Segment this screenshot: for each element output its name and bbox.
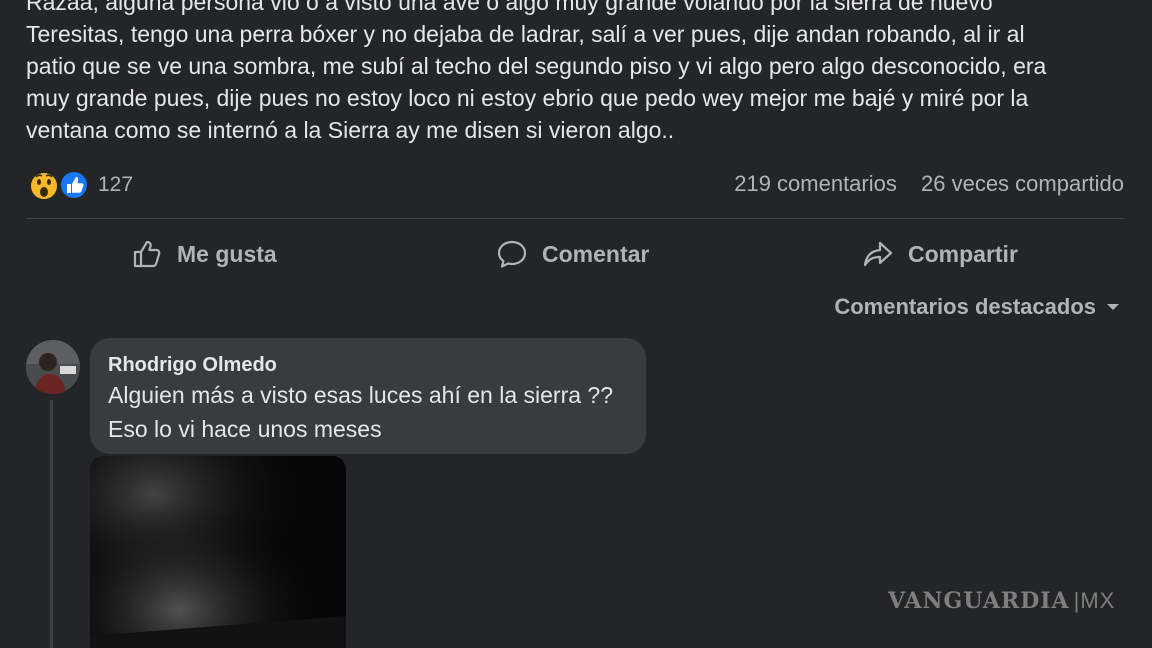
watermark-brand: VANGUARDIA <box>888 588 1070 614</box>
comment-button[interactable]: Comentar <box>496 234 649 274</box>
share-button-label: Compartir <box>908 240 1018 267</box>
share-button[interactable]: Compartir <box>862 234 1018 274</box>
like-button-label: Me gusta <box>177 240 277 267</box>
watermark-suffix: |MX <box>1073 588 1116 613</box>
like-icon <box>59 170 89 200</box>
comment-text-line: Eso lo vi hace unos meses <box>108 416 382 442</box>
post-text: Razaa, alguna persona vio o a visto una … <box>26 0 1136 146</box>
comments-filter-dropdown[interactable]: Comentarios destacados <box>834 294 1120 320</box>
comments-count[interactable]: 219 comentarios <box>734 171 897 196</box>
reactions-summary[interactable] <box>28 170 90 202</box>
avatar[interactable] <box>26 340 80 394</box>
shares-count[interactable]: 26 veces compartido <box>921 171 1124 196</box>
comments-filter-label: Comentarios destacados <box>834 294 1096 319</box>
like-button[interactable]: Me gusta <box>131 234 277 274</box>
comment-button-label: Comentar <box>542 240 650 267</box>
comment-photo[interactable] <box>90 456 346 648</box>
comment-text-line: Alguien más a visto esas luces ahí en la… <box>108 382 613 408</box>
wow-icon <box>29 171 59 201</box>
divider <box>26 218 1124 219</box>
reactions-count[interactable]: 127 <box>98 173 133 197</box>
comment-author[interactable]: Rhodrigo Olmedo <box>108 354 277 377</box>
thread-line <box>50 400 53 648</box>
comment-bubble: Rhodrigo Olmedo Alguien más a visto esas… <box>90 338 646 454</box>
post-stats-bar: 127 219 comentarios 26 veces compartido <box>26 168 1124 202</box>
post-text-line: Razaa, alguna persona vio o a visto una … <box>26 0 993 15</box>
caret-down-icon <box>1107 304 1119 310</box>
share-icon <box>863 241 893 267</box>
post-text-line: Teresitas, tengo una perra bóxer y no de… <box>26 21 1025 47</box>
post-text-line: muy grande pues, dije pues no estoy loco… <box>26 85 1029 111</box>
thumbs-up-icon <box>133 240 161 268</box>
engagement-counts: 219 comentarios 26 veces compartido <box>734 171 1124 197</box>
comment-icon <box>497 240 527 268</box>
post-actions-bar: Me gusta Comentar Compartir <box>26 228 1124 280</box>
post-text-line: ventana como se internó a la Sierra ay m… <box>26 117 675 143</box>
post-text-line: patio que se ve una sombra, me subí al t… <box>26 53 1047 79</box>
watermark-logo: VANGUARDIA |MX <box>888 588 1115 614</box>
